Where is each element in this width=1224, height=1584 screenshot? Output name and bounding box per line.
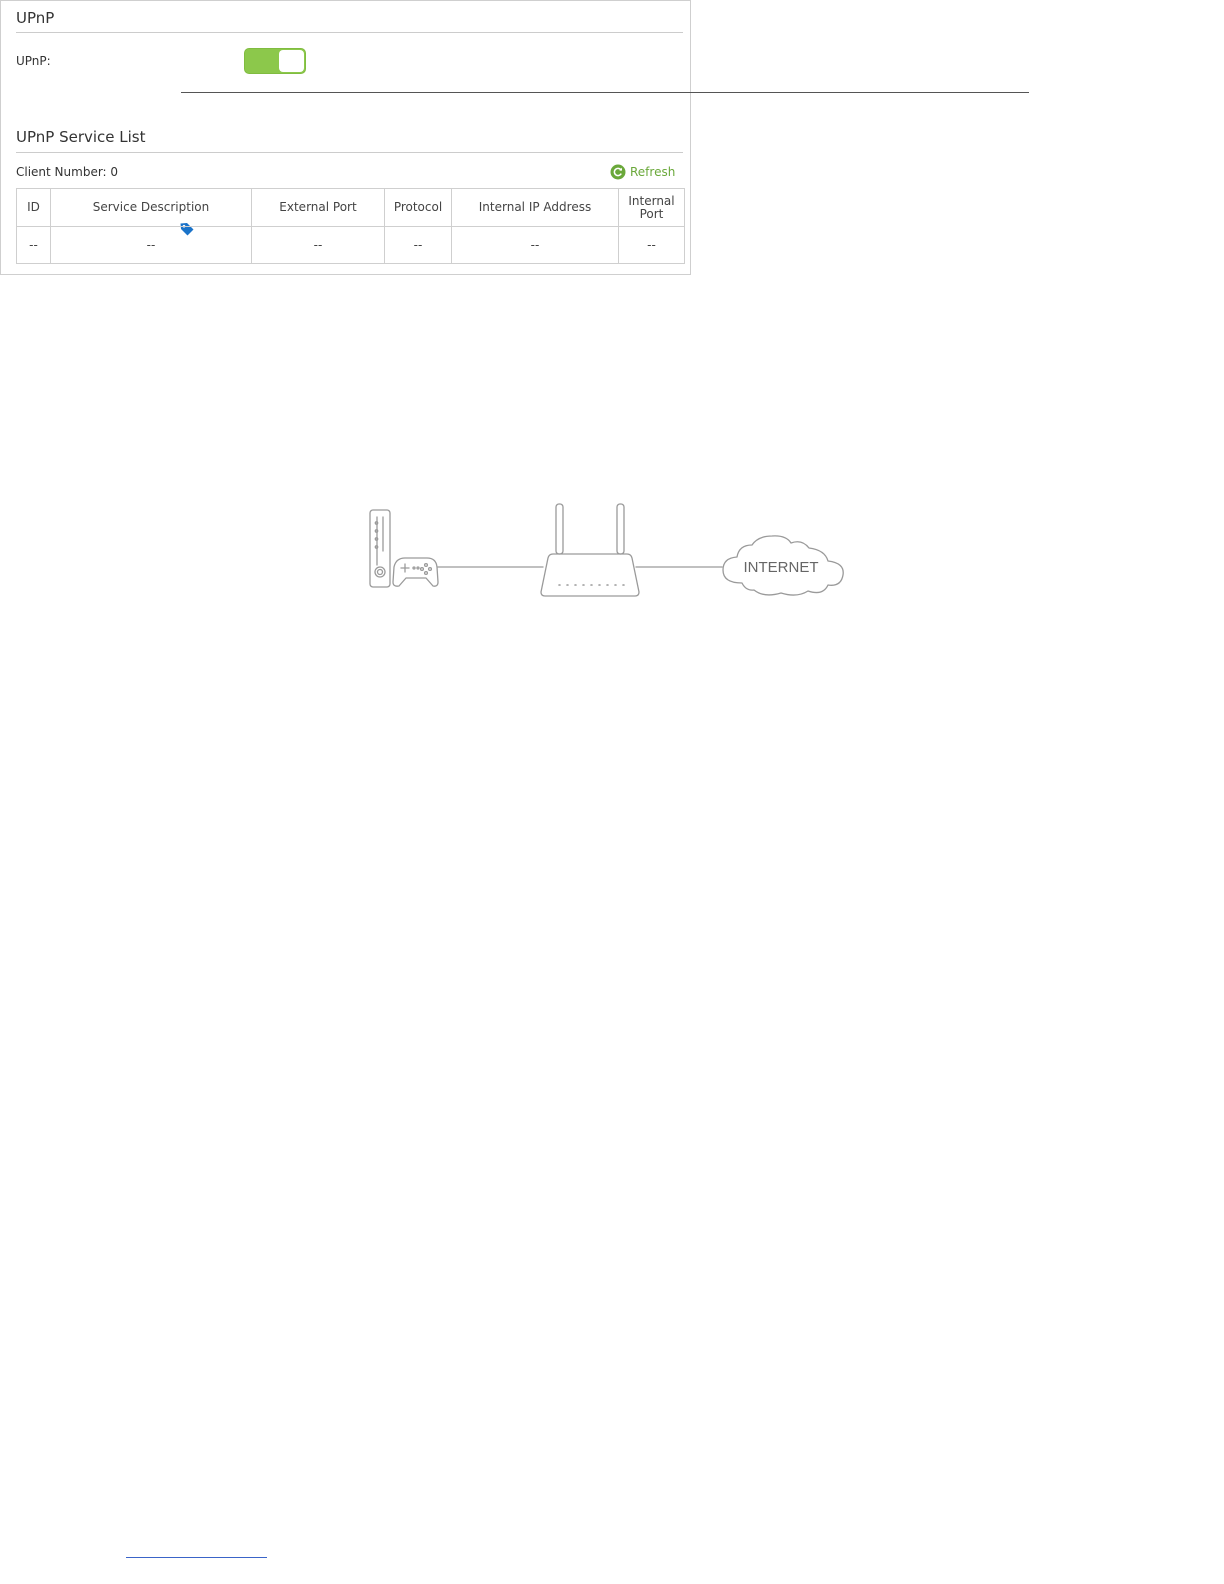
- section-divider: [16, 32, 683, 33]
- column-header-internal-ip-address: Internal IP Address: [451, 188, 619, 227]
- table-cell: --: [384, 226, 452, 264]
- column-header-service-description: Service Description: [50, 188, 252, 227]
- refresh-icon: [610, 164, 626, 180]
- section-title-upnp: UPnP: [16, 9, 55, 27]
- service-table: ID Service Description External Port Pro…: [16, 188, 685, 264]
- column-header-protocol: Protocol: [384, 188, 452, 227]
- column-header-id: ID: [16, 188, 51, 227]
- router-icon: [540, 503, 640, 597]
- table-cell: --: [16, 226, 51, 264]
- column-header-internal-port: Internal Port: [618, 188, 685, 227]
- section-title-service-list: UPnP Service List: [16, 128, 146, 146]
- column-header-external-port: External Port: [251, 188, 385, 227]
- table-cell: --: [251, 226, 385, 264]
- table-cell: --: [451, 226, 619, 264]
- gamepad-icon: [392, 557, 439, 587]
- table-cell: --: [50, 226, 252, 264]
- upnp-toggle[interactable]: [244, 48, 306, 74]
- footer-link-underline[interactable]: [126, 1557, 267, 1558]
- table-header-row: ID Service Description External Port Pro…: [16, 188, 685, 227]
- internet-label: INTERNET: [744, 559, 819, 576]
- table-row: -- -- -- -- -- --: [16, 226, 685, 264]
- header-rule: [181, 92, 1029, 93]
- upnp-panel: UPnP UPnP: UPnP Service List Client Numb…: [0, 0, 691, 275]
- refresh-label: Refresh: [630, 165, 676, 179]
- network-diagram: INTERNET: [369, 503, 844, 597]
- table-cell: --: [618, 226, 685, 264]
- toggle-knob: [279, 50, 304, 72]
- upnp-toggle-label: UPnP:: [16, 54, 51, 68]
- game-console-icon: [369, 509, 391, 588]
- client-number: Client Number: 0: [16, 165, 119, 179]
- section-divider: [16, 152, 683, 153]
- refresh-button[interactable]: Refresh: [610, 163, 675, 181]
